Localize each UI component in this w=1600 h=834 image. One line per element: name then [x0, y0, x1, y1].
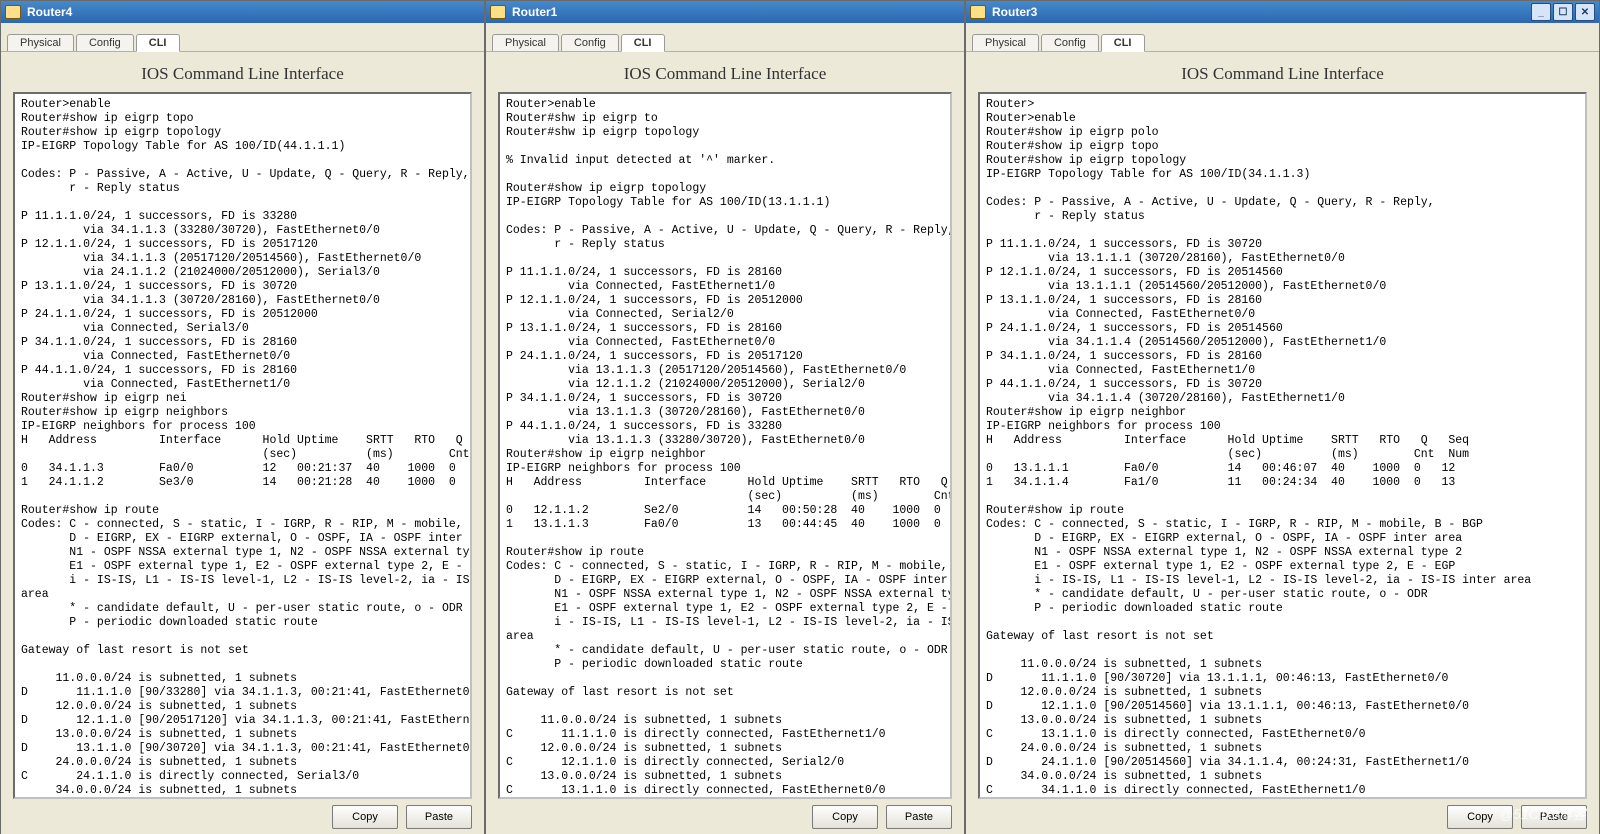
cli-output-router3[interactable]: Router> Router>enable Router#show ip eig… [980, 94, 1585, 797]
tab-config[interactable]: Config [76, 34, 134, 51]
titlebar-router1[interactable]: Router1 [486, 1, 964, 23]
button-row: Copy Paste [978, 799, 1587, 829]
window-title: Router1 [512, 5, 557, 19]
titlebar-router3[interactable]: Router3 _ ☐ ✕ [966, 1, 1599, 23]
cli-frame: Router>enable Router#shw ip eigrp to Rou… [498, 92, 952, 799]
paste-button[interactable]: Paste [406, 805, 472, 829]
button-row: Copy Paste [13, 799, 472, 829]
window-router3: Router3 _ ☐ ✕ Physical Config CLI IOS Co… [965, 0, 1600, 834]
copy-button[interactable]: Copy [812, 805, 878, 829]
tab-physical[interactable]: Physical [492, 34, 559, 51]
titlebar-router4[interactable]: Router4 [1, 1, 484, 23]
tab-physical[interactable]: Physical [972, 34, 1039, 51]
tab-config[interactable]: Config [1041, 34, 1099, 51]
window-buttons: _ ☐ ✕ [1531, 3, 1595, 21]
tab-cli[interactable]: CLI [136, 34, 180, 52]
tabs-router1: Physical Config CLI [486, 23, 964, 52]
router-icon [5, 5, 21, 19]
router-icon [970, 5, 986, 19]
window-router1: Router1 Physical Config CLI IOS Command … [485, 0, 965, 834]
close-button[interactable]: ✕ [1575, 3, 1595, 21]
cli-output-router4[interactable]: Router>enable Router#show ip eigrp topo … [15, 94, 470, 797]
copy-button[interactable]: Copy [332, 805, 398, 829]
window-title: Router4 [27, 5, 72, 19]
panel-title: IOS Command Line Interface [978, 64, 1587, 84]
tab-physical[interactable]: Physical [7, 34, 74, 51]
cli-frame: Router> Router>enable Router#show ip eig… [978, 92, 1587, 799]
paste-button[interactable]: Paste [1521, 805, 1587, 829]
tab-cli[interactable]: CLI [1101, 34, 1145, 52]
tabs-router4: Physical Config CLI [1, 23, 484, 52]
panel-body: IOS Command Line Interface Router>enable… [486, 52, 964, 834]
cli-output-router1[interactable]: Router>enable Router#shw ip eigrp to Rou… [500, 94, 950, 797]
panel-title: IOS Command Line Interface [498, 64, 952, 84]
tab-config[interactable]: Config [561, 34, 619, 51]
maximize-button[interactable]: ☐ [1553, 3, 1573, 21]
minimize-button[interactable]: _ [1531, 3, 1551, 21]
tabs-router3: Physical Config CLI [966, 23, 1599, 52]
panel-title: IOS Command Line Interface [13, 64, 472, 84]
window-router4: Router4 Physical Config CLI IOS Command … [0, 0, 485, 834]
paste-button[interactable]: Paste [886, 805, 952, 829]
router-icon [490, 5, 506, 19]
button-row: Copy Paste [498, 799, 952, 829]
panel-body: IOS Command Line Interface Router> Route… [966, 52, 1599, 834]
cli-frame: Router>enable Router#show ip eigrp topo … [13, 92, 472, 799]
copy-button[interactable]: Copy [1447, 805, 1513, 829]
desktop: Router4 Physical Config CLI IOS Command … [0, 0, 1600, 834]
panel-body: IOS Command Line Interface Router>enable… [1, 52, 484, 834]
window-title: Router3 [992, 5, 1037, 19]
tab-cli[interactable]: CLI [621, 34, 665, 52]
